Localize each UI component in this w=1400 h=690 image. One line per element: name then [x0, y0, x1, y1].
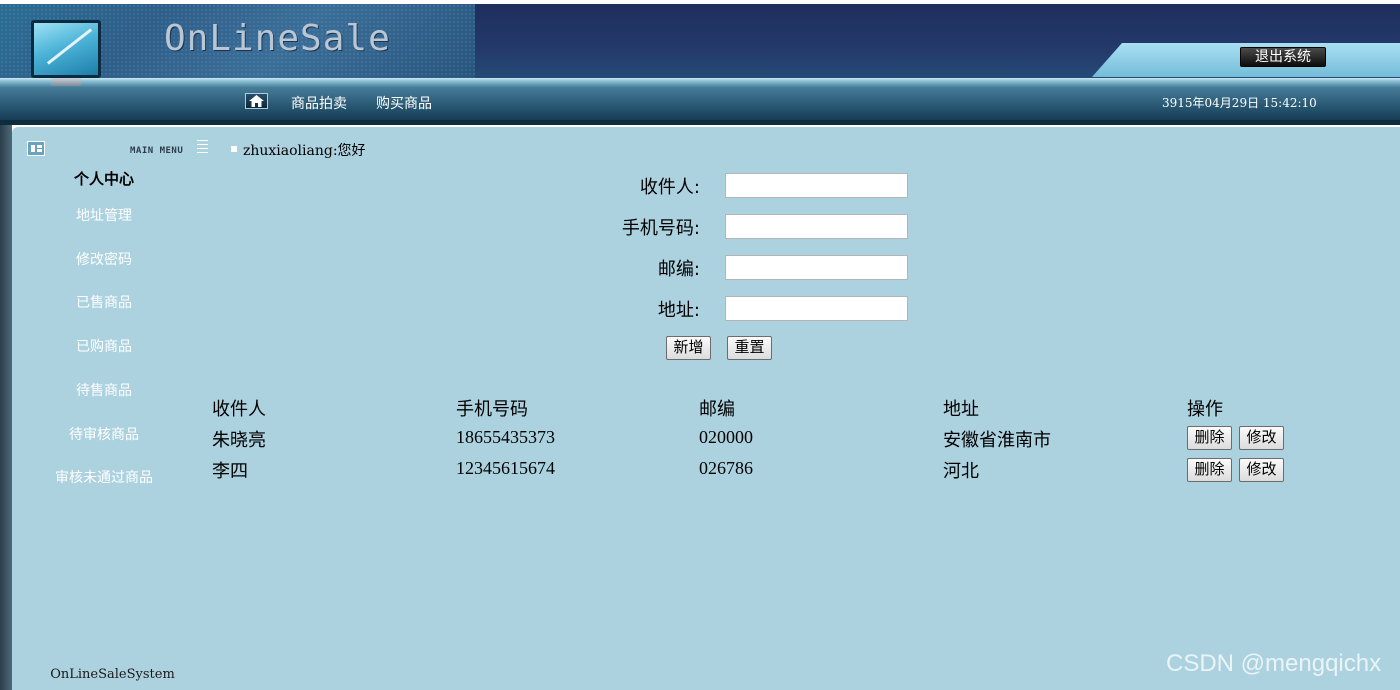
phone-input[interactable]	[725, 214, 908, 239]
sidebar-item-password[interactable]: 修改密码	[0, 249, 208, 269]
menu-lines-icon	[197, 140, 208, 154]
logout-button[interactable]: 退出系统	[1240, 47, 1326, 67]
add-button[interactable]: 新增	[666, 336, 711, 360]
column-header-actions: 操作	[1187, 399, 1223, 420]
nav-item-auction[interactable]: 商品拍卖	[291, 93, 347, 113]
sidebar-item-rejected[interactable]: 审核未通过商品	[0, 467, 208, 487]
sidebar-item-address[interactable]: 地址管理	[0, 205, 208, 225]
sidebar-item-bought[interactable]: 已购商品	[0, 336, 208, 356]
table-cell-recipient: 李四	[212, 461, 248, 482]
column-header-zip: 邮编	[699, 399, 735, 420]
table-cell-phone: 12345615674	[456, 458, 555, 478]
phone-label: 手机号码:	[621, 218, 700, 239]
sidebar-layout-icon	[27, 141, 45, 156]
table-cell-zip: 026786	[699, 458, 753, 478]
table-cell-recipient: 朱晓亮	[212, 430, 266, 451]
sidebar-item-onsale[interactable]: 待售商品	[0, 380, 208, 400]
datetime-display: 3915年04月29日 15:42:10	[1162, 96, 1317, 110]
nav-item-buy[interactable]: 购买商品	[376, 93, 432, 113]
app-logo-text: OnLineSale	[164, 18, 391, 59]
greeting-bullet-icon	[231, 146, 237, 152]
sidebar-heading: 个人中心	[73, 170, 134, 188]
column-header-address: 地址	[943, 399, 979, 420]
watermark-text: CSDN @mengqichx	[1166, 650, 1382, 677]
sidebar-item-sold[interactable]: 已售商品	[0, 292, 208, 312]
table-cell-address: 安徽省淮南市	[943, 430, 1051, 451]
address-label: 地址:	[657, 300, 700, 321]
monitor-logo-icon	[25, 16, 105, 86]
table-cell-zip: 020000	[699, 427, 753, 447]
home-icon[interactable]	[245, 93, 268, 109]
table-cell-address: 河北	[943, 461, 979, 482]
sidebar-footer: OnLineSaleSystem	[50, 667, 175, 682]
delete-button[interactable]: 删除	[1187, 458, 1232, 482]
column-header-recipient: 收件人	[212, 399, 266, 420]
zip-input[interactable]	[725, 255, 908, 280]
main-menu-label: MAIN MENU	[130, 146, 184, 156]
recipient-label: 收件人:	[639, 177, 700, 198]
sidebar-item-pending[interactable]: 待审核商品	[0, 424, 208, 444]
reset-button[interactable]: 重置	[727, 336, 772, 360]
greeting-text: zhuxiaoliang:您好	[243, 143, 366, 159]
delete-button[interactable]: 删除	[1187, 426, 1232, 450]
column-header-phone: 手机号码	[456, 399, 528, 420]
table-cell-phone: 18655435373	[456, 427, 555, 447]
address-input[interactable]	[725, 296, 908, 321]
edit-button[interactable]: 修改	[1239, 426, 1284, 450]
edit-button[interactable]: 修改	[1239, 458, 1284, 482]
recipient-input[interactable]	[725, 173, 908, 198]
zip-label: 邮编:	[657, 259, 700, 280]
